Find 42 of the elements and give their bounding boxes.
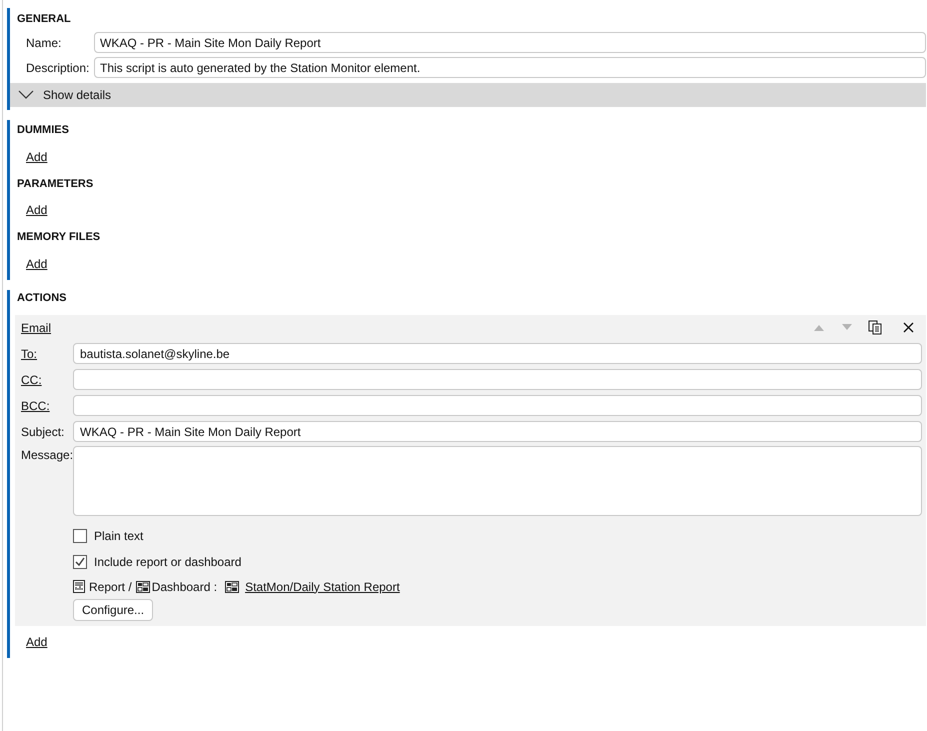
text-field[interactable]: This script is auto generated by the Station Monitor element.	[94, 57, 926, 78]
field-label: Subject:	[21, 424, 66, 440]
dashboard-icon	[136, 580, 150, 592]
chevron-icon	[18, 90, 34, 100]
details-toggle[interactable]: Show details	[10, 83, 926, 107]
section-heading: MEMORY FILES	[16, 230, 102, 245]
checkbox-label: Include report or dashboard	[94, 554, 242, 570]
move-down-icon[interactable]	[842, 324, 852, 331]
report-icon	[73, 580, 85, 593]
add-link[interactable]: Add	[26, 148, 48, 166]
field-link[interactable]: To:	[21, 344, 73, 362]
report-link[interactable]: StatMon/Daily Station Report	[245, 578, 400, 596]
text-field[interactable]: bautista.solanet@skyline.be	[73, 343, 922, 364]
add-link[interactable]: Add	[26, 201, 48, 220]
dashboard-icon	[225, 580, 240, 592]
add-link[interactable]: Add	[26, 632, 48, 651]
checkbox[interactable]	[73, 554, 87, 568]
text-field[interactable]	[73, 369, 922, 390]
copy-icon[interactable]	[868, 320, 883, 335]
checkbox-label: Plain text	[94, 528, 144, 544]
field-label: Name:	[26, 34, 62, 52]
section-heading: DUMMIES	[16, 123, 70, 138]
text-field[interactable]: WKAQ - PR - Main Site Mon Daily Report	[94, 32, 926, 53]
add-link[interactable]: Add	[26, 254, 48, 273]
field-label: Message:	[21, 446, 73, 464]
text-field[interactable]: WKAQ - PR - Main Site Mon Daily Report	[73, 421, 922, 442]
field-link[interactable]: BCC:	[21, 396, 73, 414]
section-heading: PARAMETERS	[16, 176, 94, 192]
toggle-label: Show details	[43, 87, 112, 104]
report-label: Report /	[89, 578, 132, 596]
text-field[interactable]	[73, 395, 922, 416]
message-field[interactable]	[73, 446, 922, 516]
close-icon[interactable]	[903, 322, 914, 333]
section-heading: ACTIONS	[16, 291, 68, 306]
move-up-icon[interactable]	[814, 324, 824, 331]
field-link[interactable]: CC:	[21, 370, 73, 388]
checkbox[interactable]	[73, 528, 87, 542]
field-label: Description:	[26, 60, 90, 76]
action-title-link[interactable]: Email	[21, 318, 52, 336]
configure-button[interactable]: Configure...	[73, 598, 154, 620]
dashboard-label: Dashboard :	[152, 578, 218, 596]
section-heading: GENERAL	[16, 12, 72, 27]
